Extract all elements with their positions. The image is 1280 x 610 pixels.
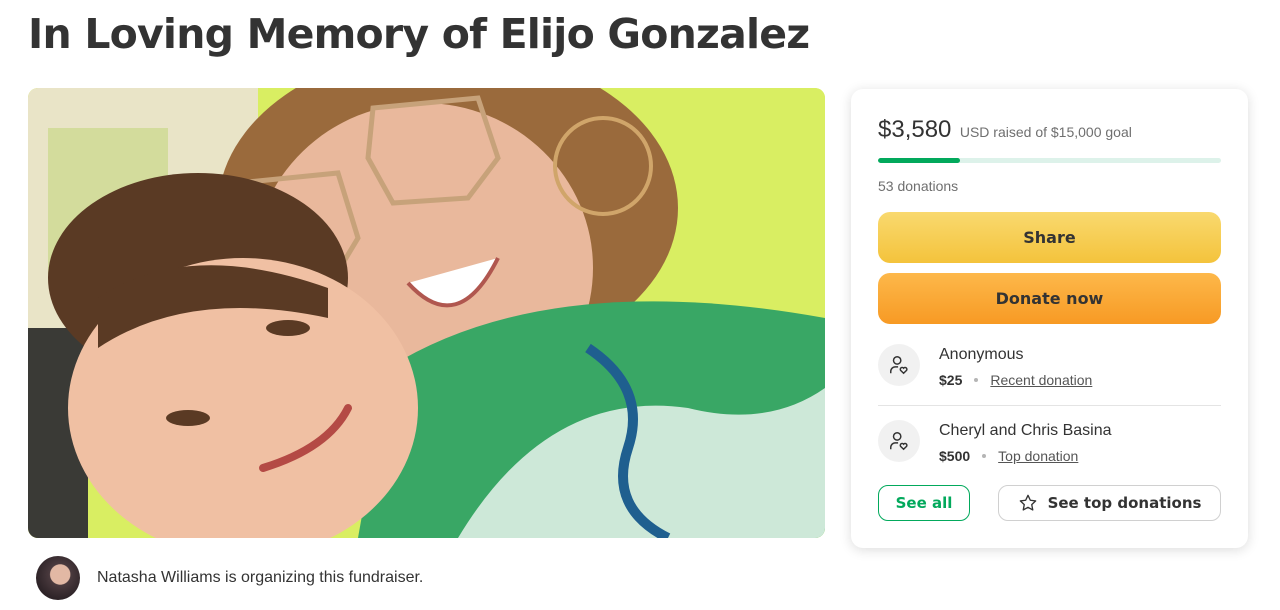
share-button[interactable]: Share	[878, 212, 1221, 263]
see-top-donations-label: See top donations	[1047, 494, 1202, 512]
donor-heart-icon	[878, 344, 920, 386]
donor-heart-icon	[878, 420, 920, 462]
page-title: In Loving Memory of Elijo Gonzalez	[28, 10, 810, 58]
donor-meta: $25 Recent donation	[939, 372, 1092, 388]
raised-summary: $3,580 USD raised of $15,000 goal	[878, 116, 1132, 144]
donor-amount: $500	[939, 448, 971, 464]
divider	[878, 405, 1221, 406]
hero-photo[interactable]	[28, 88, 825, 538]
fundraiser-page: In Loving Memory of Elijo Gonzalez Natas…	[0, 0, 1280, 610]
donate-now-button[interactable]: Donate now	[878, 273, 1221, 324]
goal-text: USD raised of $15,000 goal	[959, 124, 1132, 140]
separator-dot	[974, 378, 979, 382]
organizer-avatar[interactable]	[36, 556, 80, 600]
donor-name: Cheryl and Chris Basina	[939, 422, 1112, 439]
recent-donation-link[interactable]: Recent donation	[990, 372, 1092, 388]
see-top-donations-button[interactable]: See top donations	[998, 485, 1221, 521]
donor-name: Anonymous	[939, 346, 1024, 363]
raised-amount: $3,580	[878, 116, 952, 143]
star-icon	[1019, 494, 1036, 511]
see-all-button[interactable]: See all	[878, 485, 970, 521]
organizer-row: Natasha Williams is organizing this fund…	[36, 556, 423, 600]
donation-card: $3,580 USD raised of $15,000 goal 53 don…	[851, 89, 1248, 548]
separator-dot	[982, 454, 987, 458]
progress-bar	[878, 158, 1221, 163]
donor-amount: $25	[939, 372, 963, 388]
donation-count: 53 donations	[878, 178, 959, 194]
organizer-text: Natasha Williams is organizing this fund…	[97, 569, 424, 586]
donor-meta: $500 Top donation	[939, 448, 1078, 464]
progress-fill	[878, 158, 960, 163]
top-donation-link[interactable]: Top donation	[998, 448, 1078, 464]
